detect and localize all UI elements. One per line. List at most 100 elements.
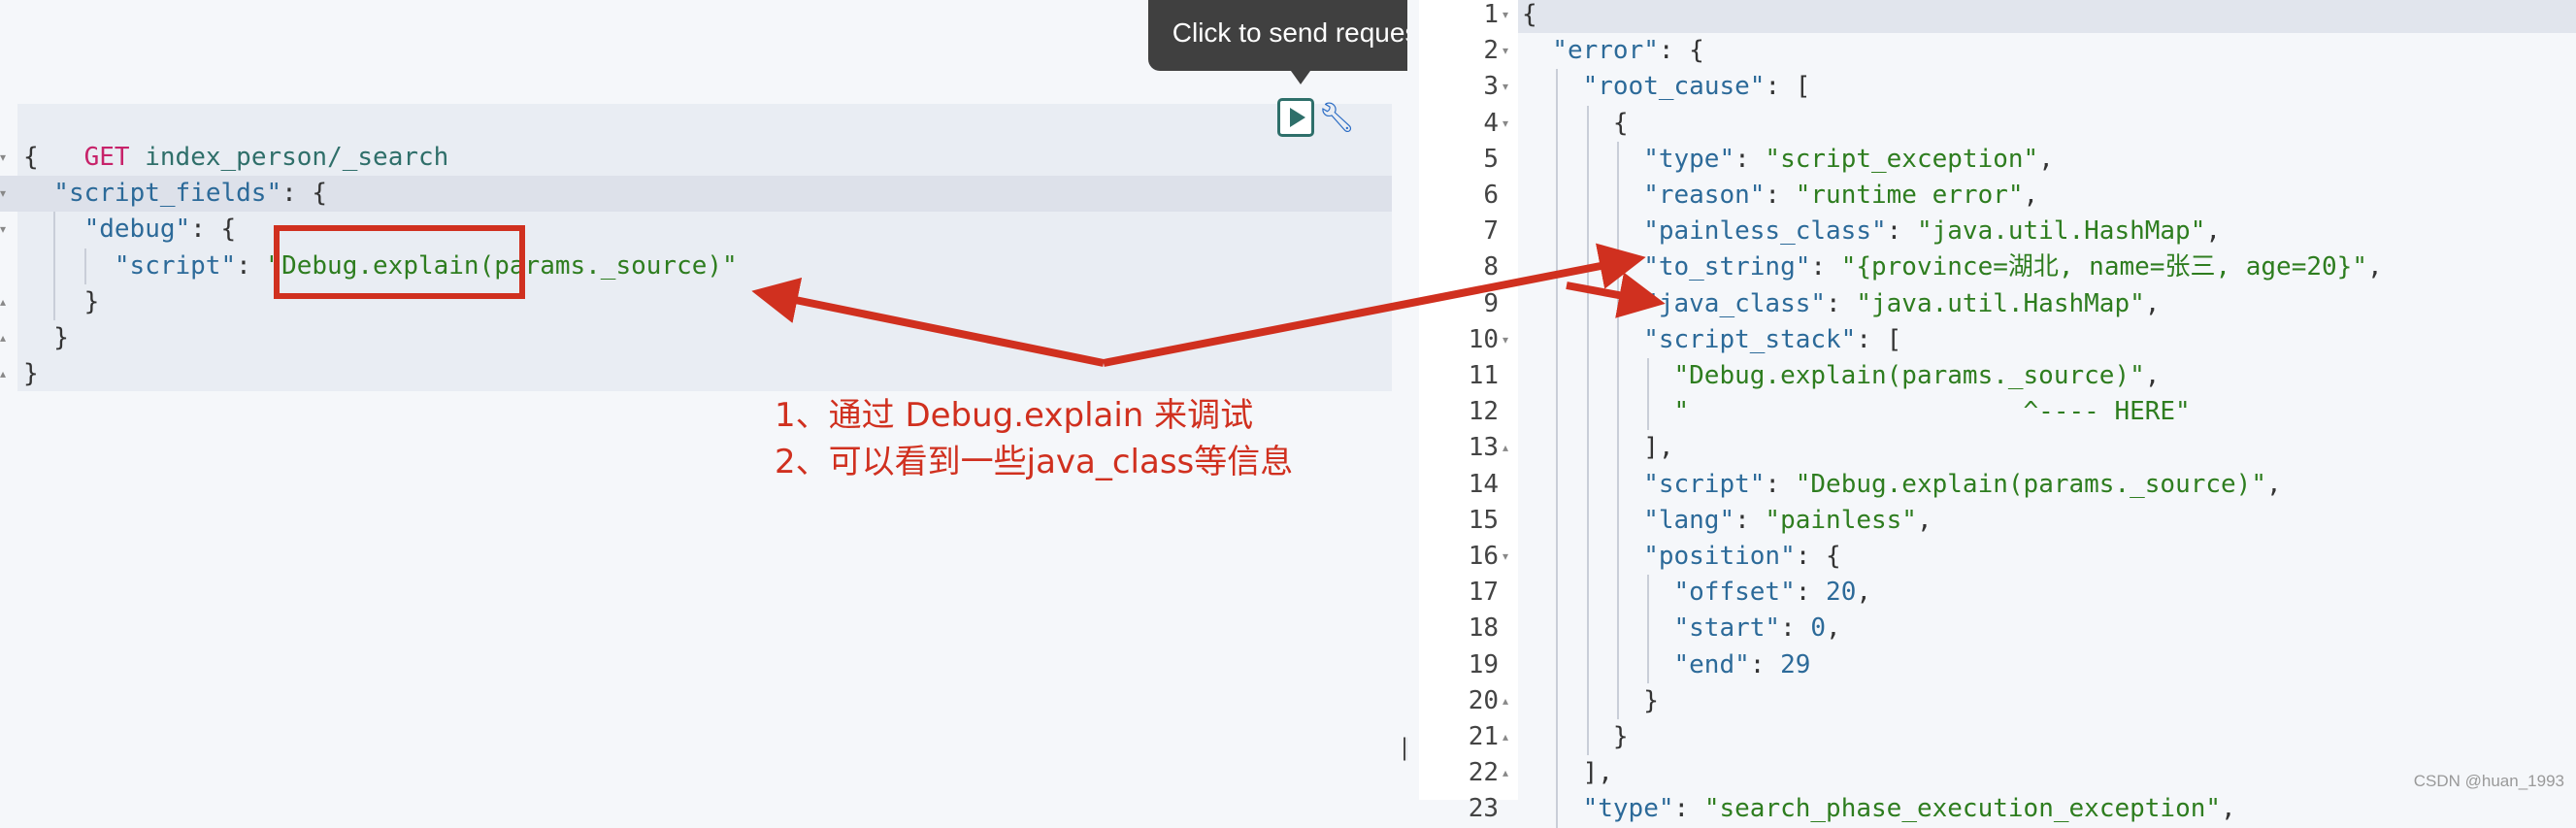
indent-guide xyxy=(1616,466,1619,503)
fold-toggle-icon[interactable]: ▴ xyxy=(1503,719,1508,755)
wrench-icon[interactable]: 🔧︎ xyxy=(1318,101,1355,135)
code-line[interactable]: { xyxy=(23,140,39,176)
indent-guide xyxy=(1616,249,1619,286)
json-punct: { xyxy=(205,215,237,245)
fold-toggle-icon[interactable]: ▴ xyxy=(0,284,14,320)
code-line: "to_string": "{province=湖北, name=张三, age… xyxy=(1643,249,2382,285)
fold-toggle-icon[interactable]: ▾ xyxy=(1503,33,1508,69)
tooltip-pointer xyxy=(1291,71,1310,84)
indent-guide xyxy=(1616,575,1619,612)
fold-toggle-icon[interactable]: ▾ xyxy=(0,176,14,212)
line-number: 22 xyxy=(1468,758,1499,788)
indent-guide xyxy=(1556,719,1559,756)
fold-toggle-icon[interactable]: ▾ xyxy=(1503,322,1508,358)
json-punct: : xyxy=(190,215,206,245)
json-key: "script" xyxy=(114,250,237,281)
line-number: 16 xyxy=(1468,542,1499,571)
json-punct: { xyxy=(1612,108,1629,138)
code-line: "error": { xyxy=(1552,33,1704,69)
json-punct: , xyxy=(2266,469,2282,499)
json-punct: [ xyxy=(1871,324,1902,354)
play-icon[interactable] xyxy=(1277,98,1314,137)
json-punct xyxy=(1689,794,1704,823)
json-key: "script" xyxy=(1643,469,1766,499)
indent-guide xyxy=(1556,682,1559,719)
json-string: " ^---- HERE" xyxy=(1673,397,2191,427)
line-number: 5 xyxy=(1483,144,1499,174)
json-key: "type" xyxy=(1643,144,1735,174)
fold-toggle-icon[interactable]: ▴ xyxy=(1503,683,1508,719)
request-line[interactable]: GET index_person/_search xyxy=(23,104,449,172)
line-number: 12 xyxy=(1468,397,1499,427)
line-number: 14 xyxy=(1468,469,1499,499)
request-path: index_person/_search xyxy=(129,143,449,172)
code-line: } xyxy=(1643,683,1659,719)
indent-guide xyxy=(1586,321,1589,358)
json-punct: , xyxy=(2038,144,2054,174)
code-line: } xyxy=(1613,719,1629,755)
fold-toggle-icon[interactable]: ▴ xyxy=(0,356,14,392)
http-method: GET xyxy=(83,143,130,172)
fold-toggle-icon[interactable]: ▴ xyxy=(0,320,14,356)
json-punct xyxy=(1750,145,1766,174)
code-line[interactable]: } xyxy=(84,284,100,320)
json-punct: } xyxy=(23,359,39,389)
json-punct: , xyxy=(1826,613,1841,644)
json-punct: : xyxy=(1780,613,1796,644)
json-punct: { xyxy=(1673,36,1704,66)
json-punct: : xyxy=(1810,252,1827,282)
json-string: "{province=湖北, name=张三, age=20}" xyxy=(1840,252,2367,282)
fold-toggle-icon[interactable]: ▾ xyxy=(1503,539,1508,575)
indent-guide xyxy=(1586,502,1589,539)
fold-toggle-icon[interactable]: ▴ xyxy=(1503,430,1508,466)
indent-guide xyxy=(1616,214,1619,250)
json-punct: , xyxy=(2221,794,2236,824)
fold-toggle-icon[interactable]: ▾ xyxy=(0,140,14,176)
fold-toggle-icon xyxy=(0,248,14,284)
annotation-line-1: 1、通过 Debug.explain 来调试 xyxy=(775,396,1254,435)
indent-guide xyxy=(83,248,86,284)
active-line-highlight xyxy=(1518,0,2576,33)
json-punct: : xyxy=(1795,578,1811,608)
indent-guide xyxy=(1556,791,1559,828)
fold-toggle-icon[interactable]: ▾ xyxy=(1503,69,1508,105)
indent-guide xyxy=(1586,358,1589,395)
json-punct: : xyxy=(1826,288,1841,318)
indent-guide xyxy=(1616,141,1619,178)
indent-guide xyxy=(53,283,56,320)
code-line[interactable]: } xyxy=(23,356,39,392)
json-key: "end" xyxy=(1673,649,1750,679)
annotation-line-2: 2、可以看到一些java_class等信息 xyxy=(775,443,1294,481)
indent-guide xyxy=(1616,682,1619,719)
json-key: "to_string" xyxy=(1643,252,1811,282)
request-editor-panel[interactable]: GET index_person/_search ▾ {▾ "script_fiel… xyxy=(0,0,1450,800)
json-string: "script_exception" xyxy=(1765,144,2039,174)
code-line[interactable]: } xyxy=(53,320,69,356)
indent-guide xyxy=(1616,394,1619,431)
fold-toggle-icon[interactable]: ▾ xyxy=(0,212,14,248)
line-number: 23 xyxy=(1468,794,1499,824)
json-punct xyxy=(1750,506,1766,535)
indent-guide xyxy=(1556,430,1559,467)
fold-toggle-icon[interactable]: ▾ xyxy=(1503,106,1508,142)
code-line[interactable]: "script_fields": { xyxy=(53,176,327,212)
json-punct: , xyxy=(1916,505,1932,535)
fold-toggle-icon[interactable]: ▾ xyxy=(1503,0,1508,33)
code-line: { xyxy=(1522,0,1537,33)
indent-guide xyxy=(1556,539,1559,576)
watermark: CSDN @huan_1993 xyxy=(2413,772,2564,790)
indent-guide xyxy=(1616,611,1619,647)
indent-guide xyxy=(1586,611,1589,647)
code-line: { xyxy=(1613,106,1629,142)
code-line: "type": "search_phase_execution_exceptio… xyxy=(1583,791,2236,827)
json-string: "painless" xyxy=(1765,505,1917,535)
code-line[interactable]: "debug": { xyxy=(84,212,237,248)
indent-guide xyxy=(1556,321,1559,358)
fold-toggle-icon[interactable]: ▴ xyxy=(1503,755,1508,791)
json-key: "lang" xyxy=(1643,505,1735,535)
indent-guide xyxy=(1556,178,1559,215)
code-line: "type": "script_exception", xyxy=(1643,142,2054,178)
code-line: "end": 29 xyxy=(1674,647,1811,683)
json-key: "root_cause" xyxy=(1582,72,1766,102)
json-punct: , xyxy=(1856,578,1872,608)
